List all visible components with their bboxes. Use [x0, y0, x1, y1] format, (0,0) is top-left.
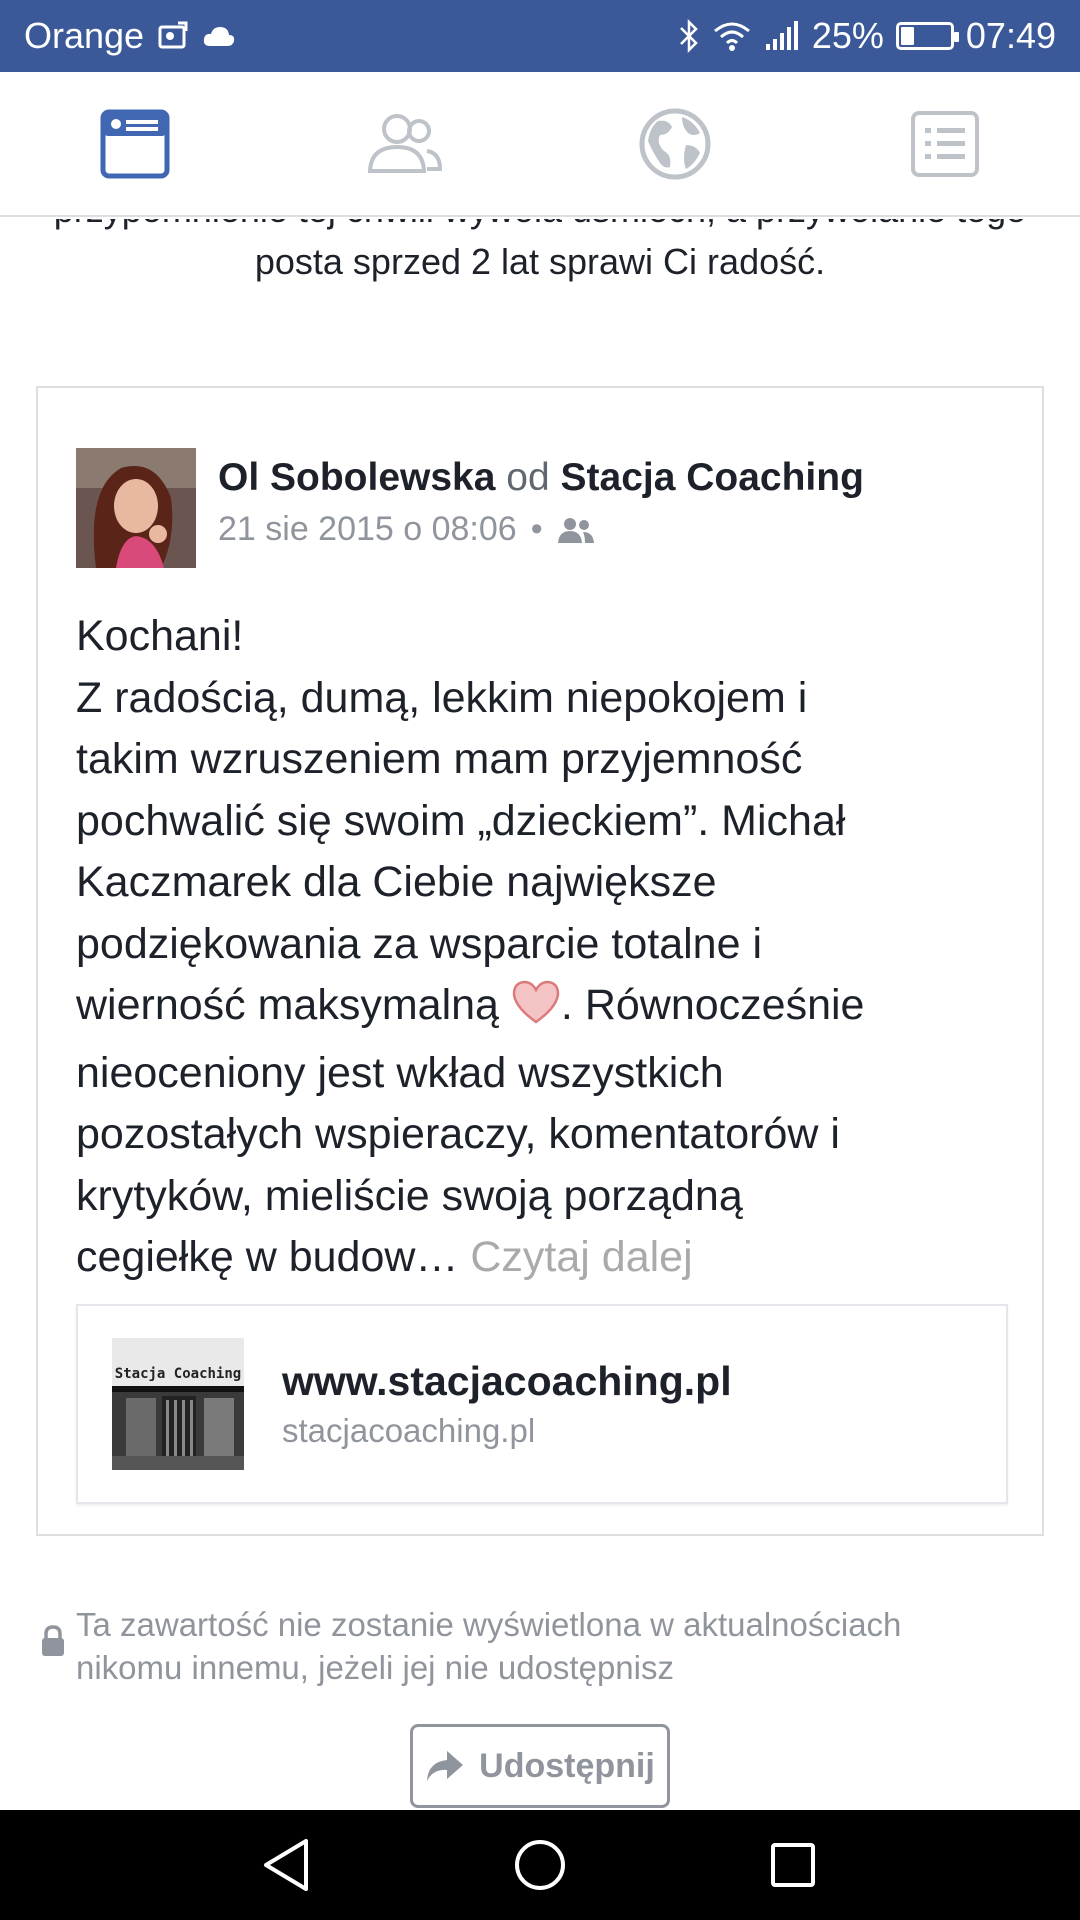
- recents-button[interactable]: [753, 1825, 833, 1905]
- post-body: Kochani! Z radością, dumą, lekkim niepok…: [76, 606, 1016, 1289]
- post-line: pochwalić się swoim „dzieckiem”. Michał: [76, 796, 846, 845]
- link-preview[interactable]: Stacja Coaching www.stacjacoaching.pl st…: [76, 1304, 1008, 1504]
- battery-level-fill: [900, 27, 914, 45]
- news-feed-icon: [100, 109, 170, 178]
- intro-text: posta sprzed 2 lat sprawi Ci radość.: [254, 241, 826, 282]
- author-connector: od: [506, 456, 550, 499]
- bluetooth-icon: [678, 19, 700, 53]
- recents-square-icon: [771, 1843, 816, 1887]
- friends-icon: [367, 113, 443, 173]
- page-name[interactable]: Stacja Coaching: [561, 456, 864, 499]
- home-button[interactable]: [500, 1825, 580, 1905]
- link-thumbnail: Stacja Coaching: [112, 1338, 244, 1470]
- tab-menu[interactable]: [885, 94, 1005, 194]
- author-avatar[interactable]: [76, 448, 196, 568]
- post-line: wierność maksymalną . Równocześnie: [76, 975, 1016, 1043]
- back-triangle-icon: [263, 1839, 308, 1891]
- privacy-note-line: nikomu innemu, jeżeli jej nie udostępnis…: [76, 1649, 674, 1686]
- privacy-note-line: Ta zawartość nie zostanie wyświetlona w …: [76, 1606, 902, 1643]
- lock-icon: [40, 1625, 70, 1689]
- post-line: nieoceniony jest wkład wszystkich: [76, 1048, 724, 1097]
- clock: 07:49: [965, 15, 1056, 56]
- post-line: Kaczmarek dla Ciebie największe: [76, 858, 717, 906]
- globe-icon: [639, 108, 711, 179]
- meta-separator: •: [530, 510, 543, 548]
- cloud-icon: [202, 24, 236, 48]
- memory-post-card: Ol Sobolewska od Stacja Coaching 21 sie …: [36, 386, 1044, 1536]
- intro-text-cut: przypomnienie tej chwili wywoła uśmiech,…: [0, 219, 1080, 231]
- friends-audience-icon[interactable]: [557, 516, 595, 544]
- tab-friends[interactable]: [345, 94, 465, 194]
- post-header: Ol Sobolewska od Stacja Coaching 21 sie …: [76, 448, 864, 568]
- read-more-link[interactable]: Czytaj dalej: [470, 1233, 692, 1281]
- memories-content: przypomnienie tej chwili wywoła uśmiech,…: [0, 219, 1080, 1810]
- home-circle-icon: [514, 1840, 565, 1890]
- signal-icon: [764, 20, 800, 52]
- post-line: krytyków, mieliście swoją porządną: [76, 1171, 743, 1220]
- author-name[interactable]: Ol Sobolewska: [218, 456, 495, 499]
- share-button[interactable]: Udostępnij: [410, 1724, 670, 1808]
- battery-icon: [895, 22, 959, 50]
- post-line-part: cegiełkę w budow…: [76, 1233, 471, 1281]
- post-author-line: Ol Sobolewska od Stacja Coaching: [218, 456, 864, 500]
- carrier-name: Orange: [24, 15, 145, 56]
- post-meta: 21 sie 2015 o 08:06 •: [218, 510, 864, 549]
- post-line-part: . Równocześnie: [560, 981, 865, 1029]
- battery-percent: 25%: [811, 15, 884, 56]
- back-button[interactable]: [247, 1825, 327, 1905]
- system-navigation-bar: [0, 1810, 1080, 1920]
- link-thumbnail-caption: Stacja Coaching: [114, 1366, 242, 1382]
- wifi-icon: [712, 20, 752, 52]
- share-button-label: Udostępnij: [479, 1746, 655, 1785]
- top-tab-bar: [0, 72, 1080, 217]
- status-bar: Orange 25% 07:49: [0, 0, 1080, 72]
- privacy-note: Ta zawartość nie zostanie wyświetlona w …: [40, 1603, 1050, 1689]
- post-line: cegiełkę w budow… Czytaj dalej: [76, 1227, 1016, 1289]
- post-line: podziękowania za wsparcie totalne i: [76, 919, 763, 968]
- link-title: www.stacjacoaching.pl: [282, 1358, 732, 1404]
- heart-emoji-icon: [511, 979, 561, 1043]
- menu-icon: [911, 110, 979, 177]
- post-line: takim wzruszeniem mam przyjemność: [76, 735, 803, 783]
- tab-notifications[interactable]: [615, 94, 735, 194]
- post-timestamp[interactable]: 21 sie 2015 o 08:06: [218, 510, 517, 549]
- post-line-part: wierność maksymalną: [76, 981, 511, 1029]
- tab-news-feed[interactable]: [75, 94, 195, 194]
- post-line: Z radością, dumą, lekkim niepokojem i: [76, 673, 808, 722]
- photo-notification-icon: [158, 21, 188, 51]
- post-line: pozostałych wspieraczy, komentatorów i: [76, 1110, 840, 1158]
- share-arrow-icon: [427, 1751, 464, 1781]
- post-line: Kochani!: [76, 612, 244, 660]
- link-domain: stacjacoaching.pl: [282, 1412, 536, 1449]
